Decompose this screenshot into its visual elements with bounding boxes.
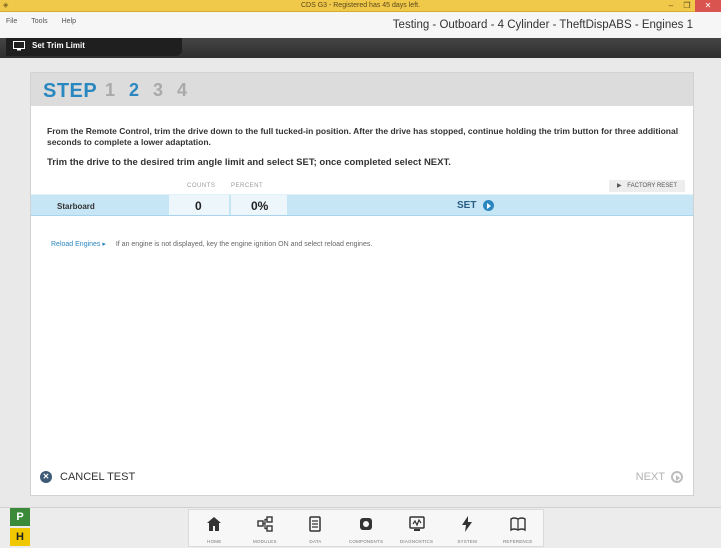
next-label: NEXT: [635, 471, 665, 483]
modules-icon: [257, 516, 273, 532]
menu-file[interactable]: File: [6, 18, 17, 25]
engine-row: Starboard 0 0% SET: [31, 194, 693, 216]
monitor-icon: [13, 41, 25, 51]
data-icon: [309, 516, 322, 532]
menu-tools[interactable]: Tools: [31, 18, 47, 25]
factory-reset-button[interactable]: ▶ FACTORY RESET: [609, 180, 685, 192]
nav-label: SYSTEM: [457, 539, 478, 544]
nav-label: DIAGNOSTICS: [399, 539, 434, 544]
counts-cell: 0: [169, 195, 229, 215]
menu-help[interactable]: Help: [62, 18, 76, 25]
reload-engines-link[interactable]: Reload Engines ▸: [51, 241, 106, 248]
screen-tab: Set Trim Limit: [6, 38, 182, 56]
step-1: 1: [105, 80, 116, 100]
percent-value: 0%: [251, 199, 269, 213]
reload-description: If an engine is not displayed, key the e…: [115, 241, 373, 248]
nav-label: MODULES: [253, 539, 277, 544]
cancel-label: CANCEL TEST: [60, 471, 136, 483]
window-title: CDS G3 - Registered has 45 days left.: [300, 2, 421, 9]
nav-modules[interactable]: MODULES: [240, 510, 291, 546]
next-button[interactable]: NEXT: [636, 471, 683, 483]
maximize-button[interactable]: ❐: [679, 0, 695, 12]
components-icon: [360, 518, 373, 530]
arrow-right-circle-icon: [483, 200, 495, 211]
context-title: Testing - Outboard - 4 Cylinder - TheftD…: [392, 19, 693, 31]
nav-label: DATA: [309, 539, 322, 544]
instruction-prompt: Trim the drive to the desired trim angle…: [47, 157, 451, 168]
screen-bar: Set Trim Limit: [0, 38, 721, 58]
cancel-test-button[interactable]: ✕ CANCEL TEST: [40, 471, 135, 483]
instruction-text: From the Remote Control, trim the drive …: [47, 126, 679, 147]
screen-title: Set Trim Limit: [32, 41, 85, 50]
system-icon: [462, 516, 473, 532]
arrow-right-circle-icon: [671, 471, 683, 483]
window-controls: – ❐ ✕: [663, 0, 721, 12]
bottom-nav: HOME MODULES DATA COMPONENTS DIAGNOSTICS…: [188, 509, 544, 547]
nav-diagnostics[interactable]: DIAGNOSTICS: [391, 510, 442, 546]
reference-icon: [510, 517, 526, 532]
step-label: STEP: [43, 80, 98, 102]
minimize-button[interactable]: –: [663, 0, 679, 12]
status-p-badge: P: [10, 508, 30, 526]
menu-bar: File Tools Help Testing - Outboard - 4 C…: [0, 12, 721, 38]
reload-row: Reload Engines ▸ If an engine is not dis…: [51, 240, 372, 248]
status-h-badge: H: [10, 528, 30, 546]
diagnostics-icon: [408, 516, 425, 531]
nav-label: REFERENCE: [502, 539, 533, 544]
step-2-current: 2: [129, 80, 140, 100]
nav-reference[interactable]: REFERENCE: [492, 510, 543, 546]
set-label: SET: [457, 200, 477, 211]
nav-home[interactable]: HOME: [189, 510, 240, 546]
nav-label: HOME: [207, 539, 222, 544]
factory-reset-label: FACTORY RESET: [627, 183, 677, 189]
step-bar: STEP 1 2 3 4: [31, 73, 693, 106]
nav-components[interactable]: COMPONENTS: [341, 510, 392, 546]
content-panel: STEP 1 2 3 4 From the Remote Control, tr…: [30, 72, 694, 496]
nav-label: COMPONENTS: [348, 539, 384, 544]
play-icon: ▶: [617, 183, 622, 189]
counts-header: COUNTS: [187, 183, 216, 189]
counts-value: 0: [195, 199, 202, 213]
nav-data[interactable]: DATA: [290, 510, 341, 546]
home-icon: [207, 517, 222, 531]
percent-cell: 0%: [231, 195, 287, 215]
nav-system[interactable]: SYSTEM: [442, 510, 493, 546]
step-3: 3: [153, 80, 164, 100]
cancel-icon: ✕: [40, 471, 52, 483]
set-button[interactable]: SET: [457, 199, 495, 212]
engine-name: Starboard: [57, 202, 95, 211]
status-indicators: P H: [10, 508, 30, 546]
step-4: 4: [177, 80, 188, 100]
percent-header: PERCENT: [231, 183, 264, 189]
close-button[interactable]: ✕: [695, 0, 721, 12]
title-bar: ◈ CDS G3 - Registered has 45 days left. …: [0, 0, 721, 12]
